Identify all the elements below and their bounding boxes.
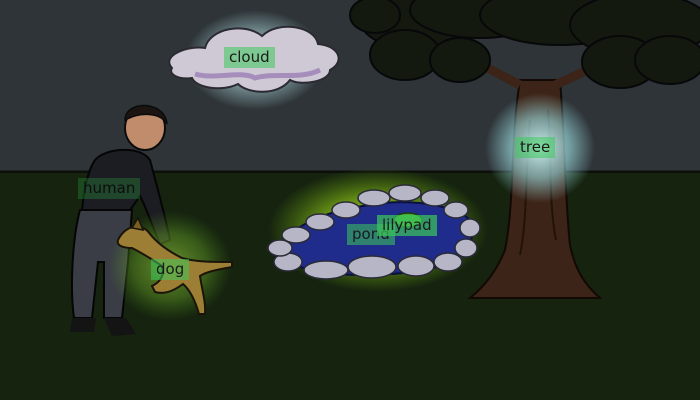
- cloud-label: cloud: [224, 47, 275, 68]
- tree-label: tree: [515, 137, 556, 158]
- lilypad-label: lilypad: [377, 215, 437, 236]
- scene-canvas: [0, 0, 700, 400]
- human-label: human: [78, 178, 141, 199]
- dog-label: dog: [151, 259, 190, 280]
- game-scene: cloud tree human dog pond lilypad: [0, 0, 700, 400]
